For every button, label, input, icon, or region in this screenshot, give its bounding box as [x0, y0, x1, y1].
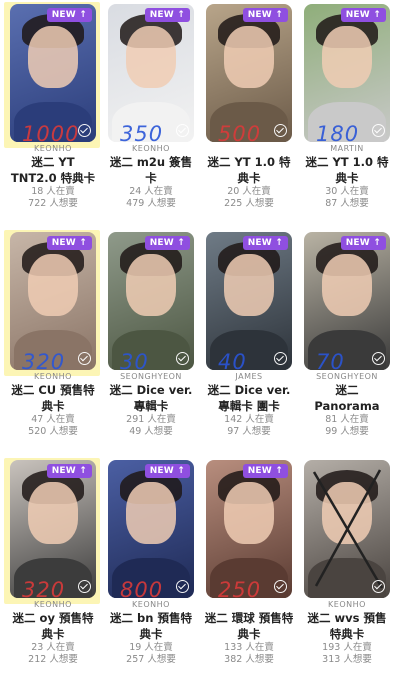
check-circle-icon[interactable] — [78, 580, 91, 593]
card-title[interactable]: 迷二 Dice ver. 專輯卡 團卡 — [204, 382, 294, 414]
handwritten-price: 320 — [22, 350, 66, 374]
handwritten-price: 40 — [218, 350, 247, 374]
selling-count: 24 人在賣 — [129, 186, 173, 197]
face-shape — [322, 26, 372, 88]
card-photo[interactable] — [304, 460, 390, 598]
card-title[interactable]: 迷二 wvs 預售特典卡 — [302, 610, 392, 642]
new-badge: NEW ↑ — [340, 8, 386, 22]
card-title[interactable]: 迷二 YT 1.0 特典卡 — [204, 154, 294, 186]
check-circle-icon[interactable] — [372, 352, 385, 365]
handwritten-price: 320 — [22, 578, 66, 602]
handwritten-price: 180 — [316, 122, 360, 146]
wanting-count: 382 人想要 — [224, 654, 274, 665]
handwritten-price: 30 — [120, 350, 149, 374]
selling-count: 18 人在賣 — [31, 186, 75, 197]
photocard-item[interactable]: NEW ↑ 320 KEONHO 迷二 oy 預售特典卡 23 人在賣 212 … — [8, 460, 98, 666]
card-title[interactable]: 迷二 oy 預售特典卡 — [8, 610, 98, 642]
card-title[interactable]: 迷二 CU 預售特典卡 — [8, 382, 98, 414]
new-badge: NEW ↑ — [242, 8, 288, 22]
photocard-item[interactable]: NEW ↑ 800 KEONHO 迷二 bn 預售特典卡 19 人在賣 257 … — [106, 460, 196, 666]
photocard-item[interactable]: NEW ↑ 320 KEONHO 迷二 CU 預售特典卡 47 人在賣 520 … — [8, 232, 98, 438]
face-shape — [322, 254, 372, 316]
photocard-item[interactable]: NEW ↑ 40 JAMES 迷二 Dice ver. 專輯卡 團卡 142 人… — [204, 232, 294, 438]
check-circle-icon[interactable] — [274, 352, 287, 365]
wanting-count: 313 人想要 — [322, 654, 372, 665]
cross-out-mark — [312, 469, 384, 589]
card-title[interactable]: 迷二 環球 預售特典卡 — [204, 610, 294, 642]
new-badge: NEW ↑ — [144, 236, 190, 250]
handwritten-price: 800 — [120, 578, 164, 602]
handwritten-price: 1000 — [22, 122, 80, 146]
card-title[interactable]: 迷二 m2u 簽售卡 — [106, 154, 196, 186]
handwritten-price: 70 — [316, 350, 345, 374]
wanting-count: 257 人想要 — [126, 654, 176, 665]
check-circle-icon[interactable] — [176, 124, 189, 137]
wanting-count: 212 人想要 — [28, 654, 78, 665]
check-circle-icon[interactable] — [372, 124, 385, 137]
check-circle-icon[interactable] — [176, 352, 189, 365]
check-circle-icon[interactable] — [78, 352, 91, 365]
face-shape — [224, 254, 274, 316]
selling-count: 193 人在賣 — [322, 642, 372, 653]
selling-count: 81 人在賣 — [325, 414, 369, 425]
wanting-count: 49 人想要 — [129, 426, 173, 437]
face-shape — [126, 26, 176, 88]
member-name: KEONHO — [328, 600, 366, 609]
card-title[interactable]: 迷二 Panorama A... — [302, 382, 392, 414]
handwritten-price: 500 — [218, 122, 262, 146]
face-shape — [224, 26, 274, 88]
selling-count: 30 人在賣 — [325, 186, 369, 197]
card-title[interactable]: 迷二 bn 預售特典卡 — [106, 610, 196, 642]
selling-count: 142 人在賣 — [224, 414, 274, 425]
photocard-item[interactable]: NEW ↑ 500 迷二 YT 1.0 特典卡 20 人在賣 225 人想要 — [204, 4, 294, 210]
new-badge: NEW ↑ — [242, 236, 288, 250]
card-title[interactable]: 迷二 Dice ver. 專輯卡 — [106, 382, 196, 414]
new-badge: NEW ↑ — [242, 464, 288, 478]
face-shape — [126, 254, 176, 316]
selling-count: 291 人在賣 — [126, 414, 176, 425]
photocard-item[interactable]: KEONHO 迷二 wvs 預售特典卡 193 人在賣 313 人想要 — [302, 460, 392, 666]
face-shape — [28, 254, 78, 316]
new-badge: NEW ↑ — [144, 8, 190, 22]
selling-count: 23 人在賣 — [31, 642, 75, 653]
photocard-grid: NEW ↑ 1000 KEONHO 迷二 YT TNT2.0 特典卡 18 人在… — [0, 0, 400, 682]
card-title[interactable]: 迷二 YT 1.0 特典卡 — [302, 154, 392, 186]
face-shape — [28, 26, 78, 88]
wanting-count: 97 人想要 — [227, 426, 271, 437]
check-circle-icon[interactable] — [176, 580, 189, 593]
check-circle-icon[interactable] — [372, 580, 385, 593]
photocard-item[interactable]: NEW ↑ 30 SEONGHYEON 迷二 Dice ver. 專輯卡 291… — [106, 232, 196, 438]
photocard-item[interactable]: NEW ↑ 350 KEONHO 迷二 m2u 簽售卡 24 人在賣 479 人… — [106, 4, 196, 210]
new-badge: NEW ↑ — [46, 8, 92, 22]
wanting-count: 479 人想要 — [126, 198, 176, 209]
photocard-item[interactable]: NEW ↑ 1000 KEONHO 迷二 YT TNT2.0 特典卡 18 人在… — [8, 4, 98, 210]
new-badge: NEW ↑ — [340, 236, 386, 250]
new-badge: NEW ↑ — [46, 464, 92, 478]
handwritten-price: 250 — [218, 578, 262, 602]
photocard-item[interactable]: NEW ↑ 70 SEONGHYEON 迷二 Panorama A... 81 … — [302, 232, 392, 438]
face-shape — [126, 482, 176, 544]
card-title[interactable]: 迷二 YT TNT2.0 特典卡 — [8, 154, 98, 186]
wanting-count: 99 人想要 — [325, 426, 369, 437]
handwritten-price: 350 — [120, 122, 164, 146]
selling-count: 47 人在賣 — [31, 414, 75, 425]
selling-count: 20 人在賣 — [227, 186, 271, 197]
face-shape — [224, 482, 274, 544]
check-circle-icon[interactable] — [274, 124, 287, 137]
wanting-count: 87 人想要 — [325, 198, 369, 209]
selling-count: 19 人在賣 — [129, 642, 173, 653]
check-circle-icon[interactable] — [274, 580, 287, 593]
new-badge: NEW ↑ — [46, 236, 92, 250]
wanting-count: 722 人想要 — [28, 198, 78, 209]
wanting-count: 520 人想要 — [28, 426, 78, 437]
check-circle-icon[interactable] — [78, 124, 91, 137]
wanting-count: 225 人想要 — [224, 198, 274, 209]
new-badge: NEW ↑ — [144, 464, 190, 478]
photocard-item[interactable]: NEW ↑ 180 MARTIN 迷二 YT 1.0 特典卡 30 人在賣 87… — [302, 4, 392, 210]
photocard-item[interactable]: NEW ↑ 250 迷二 環球 預售特典卡 133 人在賣 382 人想要 — [204, 460, 294, 666]
face-shape — [28, 482, 78, 544]
selling-count: 133 人在賣 — [224, 642, 274, 653]
